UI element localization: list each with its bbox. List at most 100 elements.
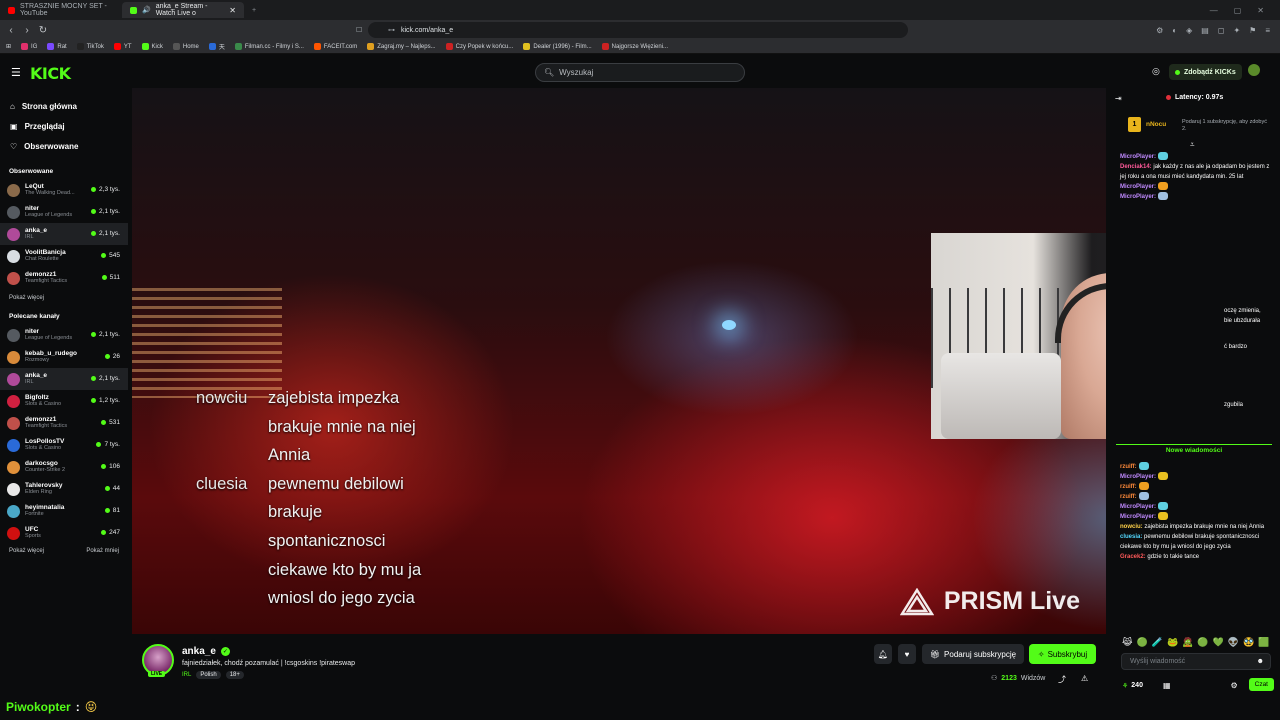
sidebar-channel[interactable]: kebab_u_rudego Rozmowy 26 bbox=[0, 346, 128, 368]
chat-username[interactable]: MicroPlayer: bbox=[1120, 184, 1156, 190]
chat-username[interactable]: nowciu: bbox=[1120, 524, 1143, 530]
sidebar-channel[interactable]: niter League of Legends 2,1 tys. bbox=[0, 324, 128, 346]
streamer-name[interactable]: anka_e ✓ bbox=[182, 646, 230, 657]
bookmark-item[interactable]: IG bbox=[21, 43, 37, 50]
chat-settings-icon[interactable]: ⚙ bbox=[1231, 681, 1238, 690]
extension-icon[interactable]: ✦ bbox=[1233, 26, 1240, 35]
emote-icon[interactable]: 🟩 bbox=[1258, 637, 1269, 648]
extension-icon[interactable]: ⚙ bbox=[1156, 26, 1163, 35]
extension-icon[interactable]: ◻ bbox=[1218, 26, 1225, 35]
send-chat-button[interactable]: Czat bbox=[1248, 678, 1274, 691]
sidebar-channel[interactable]: demonzz1 Teamfight Tactics 511 bbox=[0, 267, 128, 289]
site-info-icon[interactable]: ⊶ bbox=[388, 26, 395, 34]
close-window-icon[interactable]: ✕ bbox=[1257, 6, 1264, 15]
bookmark-item[interactable]: Filman.cc - Filmy i S... bbox=[234, 43, 304, 50]
sidebar-channel[interactable]: LeQut The Walking Dead... 2,3 tys. bbox=[0, 179, 128, 201]
bookmark-item[interactable]: Kick bbox=[141, 43, 163, 50]
nav-browse[interactable]: ▣ Przeglądaj bbox=[0, 116, 128, 136]
emote-icon[interactable]: 🧟 bbox=[1182, 637, 1193, 648]
nav-following[interactable]: ♡ Obserwowane bbox=[0, 136, 128, 156]
forward-icon[interactable]: › bbox=[19, 25, 35, 36]
category-link[interactable]: IRL bbox=[182, 672, 191, 678]
bookmark-item[interactable]: Home bbox=[172, 43, 199, 50]
chat-username[interactable]: MicroPlayer: bbox=[1120, 194, 1156, 200]
collapse-chat-icon[interactable]: ⇥ bbox=[1115, 94, 1122, 103]
report-icon[interactable]: ⚠ bbox=[1081, 674, 1088, 683]
emote-icon[interactable]: 🟢 bbox=[1197, 637, 1208, 648]
pinned-user[interactable]: nNocu bbox=[1146, 121, 1166, 128]
browser-tab-youtube[interactable]: STRASZNIE MOCNY SET - YouTube bbox=[0, 2, 122, 18]
get-kicks-button[interactable]: Zdobądź KICKs bbox=[1169, 64, 1242, 80]
bookmark-page-icon[interactable]: ☐ bbox=[356, 26, 362, 34]
emote-icon[interactable]: 🥸 bbox=[1243, 637, 1254, 648]
emote-icon[interactable]: 😹 bbox=[1122, 637, 1133, 648]
back-icon[interactable]: ‹ bbox=[3, 25, 19, 36]
new-tab-icon[interactable]: + bbox=[244, 7, 256, 14]
bookmark-item[interactable]: Najgorsze Więzieni... bbox=[601, 43, 668, 50]
sidebar-channel[interactable]: niter League of Legends 2,1 tys. bbox=[0, 201, 128, 223]
address-bar[interactable]: ⊶ kick.com/anka_e bbox=[368, 22, 908, 38]
chat-username[interactable]: MicroPlayer: bbox=[1120, 504, 1156, 510]
extension-icon[interactable]: ◈ bbox=[1186, 26, 1192, 35]
rewards-icon[interactable]: ◎ bbox=[1152, 66, 1160, 77]
emoji-picker-icon[interactable]: ☻ bbox=[1257, 658, 1264, 665]
bookmark-item[interactable]: Rat bbox=[47, 43, 67, 50]
chat-username[interactable]: MicroPlayer: bbox=[1120, 474, 1156, 480]
user-avatar[interactable] bbox=[1248, 64, 1260, 76]
emote-icon[interactable]: 💚 bbox=[1213, 637, 1224, 648]
chat-username[interactable]: rzuiff: bbox=[1120, 484, 1137, 490]
bookmark-item[interactable]: Czy Popek w końcu... bbox=[445, 43, 513, 50]
sidebar-channel[interactable]: VoolitBanicja Chat Roulette 545 bbox=[0, 245, 128, 267]
subscribe-button[interactable]: ✧ Subskrybuj bbox=[1029, 644, 1096, 664]
sidebar-channel[interactable]: LosPollosTV Slots & Casino 7 tys. bbox=[0, 434, 128, 456]
extension-icon[interactable]: ◐ bbox=[1172, 26, 1177, 35]
bookmark-item[interactable]: Dealer (1996) - Film... bbox=[523, 43, 592, 50]
gift-sub-button[interactable]: 🎁︎ Podaruj subskrypcję bbox=[922, 644, 1024, 664]
emote-icon[interactable]: 🐸 bbox=[1167, 637, 1178, 648]
bookmark-item[interactable]: YT bbox=[113, 43, 132, 50]
chat-input[interactable]: Wyślij wiadomość ☻ bbox=[1121, 653, 1271, 670]
tag-age[interactable]: 18+ bbox=[225, 671, 244, 679]
sidebar-channel[interactable]: Bigfoltz Slots & Casino 1,2 tys. bbox=[0, 390, 128, 412]
extension-icon[interactable]: ▤ bbox=[1201, 26, 1209, 35]
share-icon[interactable]: ⤴ bbox=[1058, 674, 1066, 685]
new-messages-divider[interactable]: Nowe wiadomości bbox=[1116, 444, 1272, 454]
follow-button[interactable]: ♥ bbox=[898, 644, 916, 664]
minimize-icon[interactable]: — bbox=[1210, 6, 1218, 15]
tag-language[interactable]: Polish bbox=[196, 671, 221, 679]
sidebar-channel[interactable]: anka_e IRL 2,1 tys. bbox=[0, 368, 128, 390]
sidebar-channel[interactable]: darkocsgo Counter-Strike 2 106 bbox=[0, 456, 128, 478]
chat-username[interactable]: MicroPlayer: bbox=[1120, 514, 1156, 520]
bookmark-item[interactable]: 天 bbox=[208, 42, 225, 51]
emote-icon[interactable]: 🟢 bbox=[1137, 637, 1148, 648]
reload-icon[interactable]: ↻ bbox=[35, 25, 51, 36]
chat-username[interactable]: cluesia: bbox=[1120, 534, 1142, 540]
sidebar-channel[interactable]: demonzz1 Teamfight Tactics 531 bbox=[0, 412, 128, 434]
emote-icon[interactable]: 👽 bbox=[1228, 637, 1239, 648]
bookmark-item[interactable]: Zagraj.my – Najleps... bbox=[367, 43, 436, 50]
browser-tab-kick[interactable]: 🔊 anka_e Stream - Watch Live o ✕ bbox=[122, 2, 244, 18]
bookmark-item[interactable]: TikTok bbox=[76, 43, 104, 50]
extension-icon[interactable]: ⚑ bbox=[1249, 26, 1256, 35]
maximize-icon[interactable]: ▢ bbox=[1234, 6, 1242, 15]
chat-username[interactable]: MicroPlayer: bbox=[1120, 154, 1156, 160]
chat-username[interactable]: Denciak14: bbox=[1120, 164, 1152, 170]
chat-username[interactable]: Gracek2: bbox=[1120, 554, 1146, 560]
chat-username[interactable]: rzuiff: bbox=[1120, 464, 1137, 470]
sidebar-channel[interactable]: UFC Sports 247 bbox=[0, 522, 128, 544]
show-less-recommended[interactable]: Pokaż mniej bbox=[77, 548, 119, 554]
bookmark-item[interactable]: FACEIT.com bbox=[313, 43, 357, 50]
apps-icon[interactable]: ⊞ bbox=[6, 43, 11, 50]
close-tab-icon[interactable]: ✕ bbox=[229, 6, 236, 15]
sidebar-channel[interactable]: Tahlerovsky Elden Ring 44 bbox=[0, 478, 128, 500]
nav-home[interactable]: ⌂ Strona główna bbox=[0, 96, 128, 116]
search-input[interactable]: 🔍︎ Wyszukaj bbox=[535, 63, 745, 82]
kicks-balance[interactable]: ⚘ 240 bbox=[1122, 682, 1143, 690]
expand-icon[interactable]: ⩡ bbox=[1190, 140, 1195, 150]
leaderboard-icon[interactable]: ▦ bbox=[1163, 681, 1171, 690]
chat-username[interactable]: rzuiff: bbox=[1120, 494, 1137, 500]
notifications-button[interactable]: 🔔︎ bbox=[874, 644, 892, 664]
emote-icon[interactable]: 🧪 bbox=[1152, 637, 1163, 648]
sidebar-channel[interactable]: heyimnatalia Fortnite 81 bbox=[0, 500, 128, 522]
hamburger-menu-icon[interactable]: ☰ bbox=[11, 66, 21, 79]
